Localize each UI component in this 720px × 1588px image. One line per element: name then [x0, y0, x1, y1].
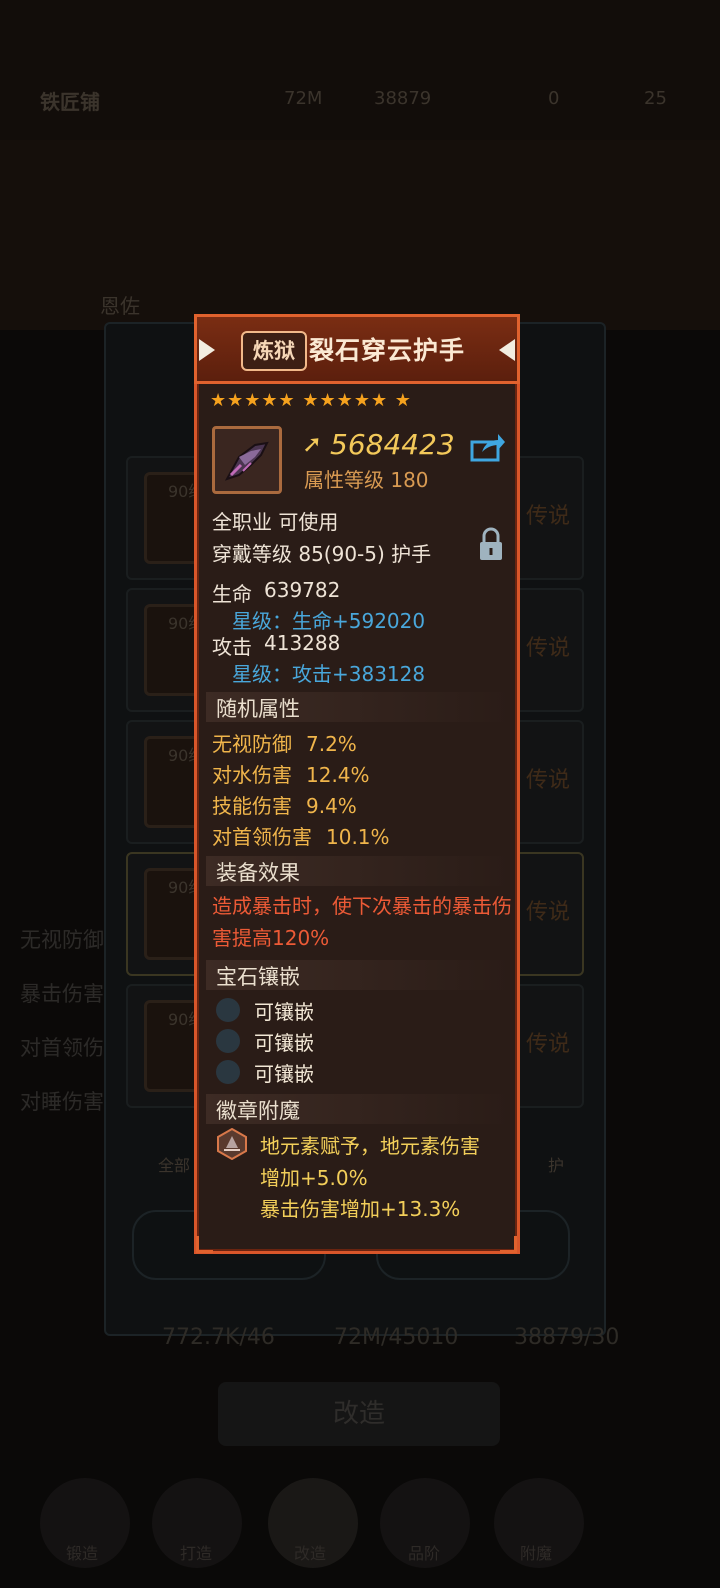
tier-badge: 炼狱	[241, 331, 307, 371]
random-attr-row: 无视防御 7.2%	[212, 732, 357, 756]
filter-gloves-tab[interactable]: 护	[548, 1152, 564, 1176]
nav-label: 品阶	[408, 1544, 441, 1563]
random-attr-row: 对水伤害 12.4%	[212, 763, 370, 787]
frame-corner	[500, 1236, 517, 1253]
section-title: 随机属性	[216, 697, 300, 721]
class-requirement: 全职业 可使用	[212, 510, 339, 534]
right-arrow-icon[interactable]	[499, 339, 515, 361]
stat-hp-value: 639782	[264, 578, 341, 602]
nav-label: 附魔	[520, 1544, 553, 1563]
top-bar: 铁匠铺 72M 38879 0 25	[0, 0, 720, 140]
rarity-tag: 传说	[525, 768, 570, 793]
blacksmith-scene: 恩佐	[0, 140, 720, 330]
share-icon[interactable]	[470, 432, 506, 462]
enchant-badge-icon	[217, 1128, 247, 1160]
stat-atk-label: 攻击	[212, 635, 252, 659]
nav-label: 锻造	[66, 1544, 99, 1563]
filter-all-tab[interactable]: 全部	[158, 1152, 190, 1176]
left-stat-label: 暴击伤害	[20, 982, 104, 1006]
stat-atk-value: 413288	[264, 631, 341, 655]
star-bonus-atk: 星级：攻击+383128	[232, 662, 426, 686]
gem-slot-label: 可镶嵌	[254, 1000, 314, 1024]
section-title: 宝石镶嵌	[216, 965, 300, 989]
cost-a: 772.7K/46	[162, 1325, 275, 1350]
resource-a-count: 0	[548, 88, 560, 109]
random-attr-header: 随机属性	[206, 692, 512, 722]
cost-c: 38879/30	[514, 1325, 620, 1350]
rarity-tag: 传说	[525, 504, 570, 529]
gem-slot-label: 可镶嵌	[254, 1031, 314, 1055]
modify-button[interactable]: 改造	[218, 1382, 500, 1446]
empty-socket-icon[interactable]	[216, 998, 240, 1022]
enchant-line: 暴击伤害增加+13.3%	[260, 1197, 461, 1221]
rarity-tag: 传说	[525, 636, 570, 661]
nav-label: 改造	[294, 1544, 327, 1563]
gem-slot-label: 可镶嵌	[254, 1062, 314, 1086]
combat-power: 5684423	[330, 428, 455, 461]
shop-title: 铁匠铺	[40, 90, 100, 114]
lock-icon[interactable]	[476, 526, 506, 562]
gauntlet-icon	[224, 441, 269, 481]
stat-hp-label: 生命	[212, 582, 252, 606]
equip-effect-header: 装备效果	[206, 856, 512, 886]
section-title: 徽章附魔	[216, 1099, 300, 1123]
resource-b-count: 25	[644, 88, 667, 109]
left-stat-label: 无视防御	[20, 928, 104, 952]
empty-socket-icon[interactable]	[216, 1060, 240, 1084]
wear-requirement: 穿戴等级 85(90-5) 护手	[212, 542, 432, 566]
npc-label: 恩佐	[100, 294, 140, 318]
left-stat-label: 对首领伤	[20, 1036, 104, 1060]
random-attr-row: 对首领伤害 10.1%	[212, 825, 390, 849]
nav-label: 打造	[180, 1544, 213, 1563]
left-stat-label: 对睡伤害	[20, 1090, 104, 1114]
item-icon	[212, 426, 282, 494]
section-title: 装备效果	[216, 861, 300, 885]
gem-count: 38879	[374, 88, 432, 109]
star-rating: ★★★★★ ★★★★★ ★	[210, 390, 412, 411]
item-name: 裂石穿云护手	[309, 336, 466, 365]
equip-effect-text: 造成暴击时，使下次暴击的暴击伤害提高120%	[212, 894, 512, 950]
power-icon: ➚	[302, 430, 323, 458]
star-bonus-hp: 星级：生命+592020	[232, 609, 426, 633]
rarity-tag: 传说	[525, 1032, 570, 1057]
cost-b: 72M/45010	[334, 1325, 459, 1350]
enchant-line: 地元素赋予，地元素伤害	[260, 1134, 480, 1158]
enchant-line: 增加+5.0%	[260, 1166, 368, 1190]
left-arrow-icon[interactable]	[199, 339, 215, 361]
gem-socket-header: 宝石镶嵌	[206, 960, 512, 990]
badge-enchant-header: 徽章附魔	[206, 1094, 512, 1124]
attribute-level: 属性等级 180	[304, 468, 429, 492]
rarity-tag: 传说	[525, 900, 570, 925]
gold-count: 72M	[284, 88, 323, 109]
tooltip-header: 炼狱 裂石穿云护手	[194, 314, 520, 384]
frame-corner	[196, 1236, 213, 1253]
random-attr-row: 技能伤害 9.4%	[212, 794, 357, 818]
empty-socket-icon[interactable]	[216, 1029, 240, 1053]
